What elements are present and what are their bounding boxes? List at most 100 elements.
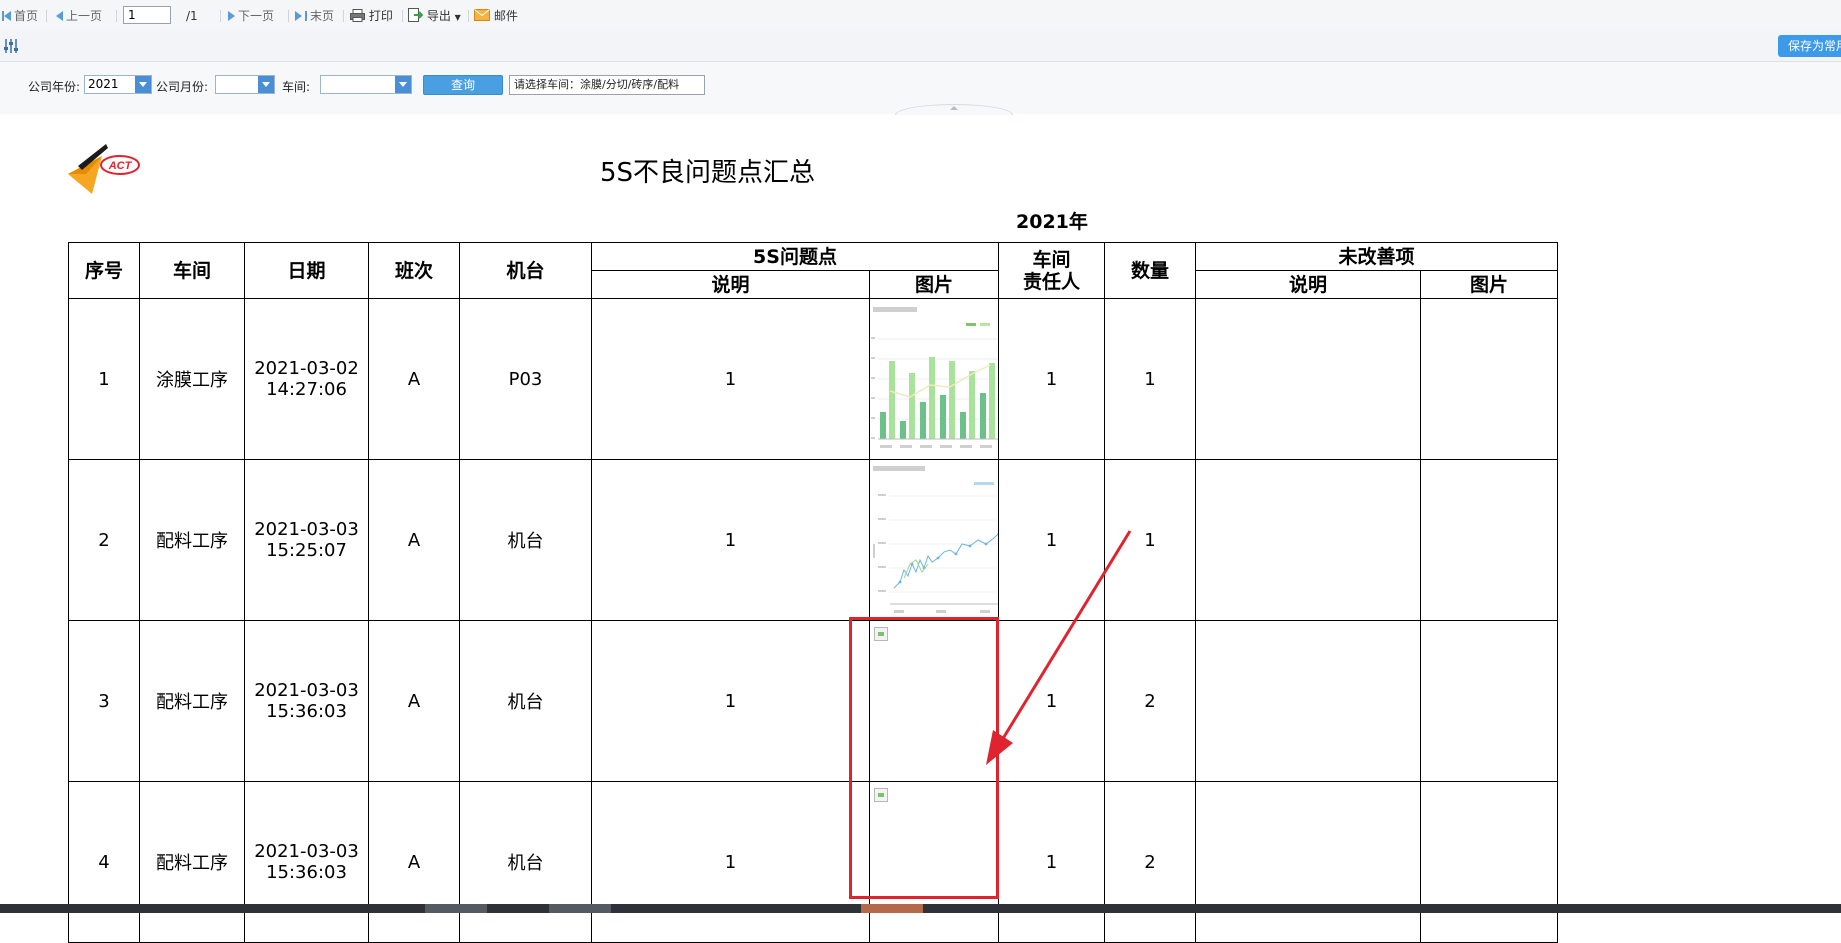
mail-icon xyxy=(474,9,490,21)
query-button[interactable]: 查询 xyxy=(423,75,503,95)
col-issue-desc-header: 说明 xyxy=(591,270,870,299)
chevron-down-icon[interactable] xyxy=(395,76,411,93)
col-index-header: 序号 xyxy=(68,242,140,299)
printer-icon xyxy=(350,9,365,22)
col-pending-pic-header: 图片 xyxy=(1420,270,1558,299)
col-owner-header: 车间 责任人 xyxy=(998,242,1105,299)
cell-workshop: 涂膜工序 xyxy=(139,298,245,460)
cell-pending-desc xyxy=(1195,298,1421,460)
report-year: 2021年 xyxy=(1016,211,1088,233)
cell-pending-pic xyxy=(1420,459,1558,621)
cell-pending-desc xyxy=(1195,620,1421,782)
cell-machine: 机台 xyxy=(459,620,592,782)
prev-page-icon xyxy=(56,11,63,21)
cell-issue-desc: 1 xyxy=(591,298,870,460)
chevron-down-icon[interactable] xyxy=(258,76,274,93)
cell-pending-desc xyxy=(1195,459,1421,621)
col-pending-desc-header: 说明 xyxy=(1195,270,1421,299)
export-icon xyxy=(408,8,424,22)
workshop-hint: 请选择车间：涂膜/分切/砖序/配料 xyxy=(509,75,705,95)
cell-workshop: 配料工序 xyxy=(139,781,245,943)
col-machine-header: 机台 xyxy=(459,242,592,299)
cell-date: 2021-03-02 14:27:06 xyxy=(244,298,369,460)
month-label: 公司月份: xyxy=(156,80,209,94)
print-button[interactable]: 打印 xyxy=(350,7,393,25)
last-page-button[interactable]: 末页 xyxy=(295,7,334,25)
save-as-common-button[interactable]: 保存为常用 xyxy=(1778,35,1841,57)
col-pending-header: 未改善项 xyxy=(1195,242,1558,271)
prev-page-button[interactable]: 上一页 xyxy=(56,7,102,25)
cell-issue-pic xyxy=(869,459,999,621)
mail-button[interactable]: 邮件 xyxy=(474,7,518,25)
cell-owner: 1 xyxy=(998,459,1105,621)
cell-quantity: 2 xyxy=(1104,781,1196,943)
cell-pending-desc xyxy=(1195,781,1421,943)
cell-index: 3 xyxy=(68,620,140,782)
taskbar-button[interactable] xyxy=(549,904,611,913)
cell-issue-desc: 1 xyxy=(591,620,870,782)
export-dropdown[interactable]: 导出 ▼ xyxy=(408,7,461,25)
issue-summary-table: 序号 车间 日期 班次 机台 5S问题点 车间 责任人 数量 未改善项 说明 图片… xyxy=(68,242,1558,943)
col-5s-issue-header: 5S问题点 xyxy=(591,242,999,271)
cell-quantity: 1 xyxy=(1104,459,1196,621)
cell-pending-pic xyxy=(1420,620,1558,782)
col-quantity-header: 数量 xyxy=(1104,242,1196,299)
cell-shift: A xyxy=(368,781,460,943)
first-page-button[interactable]: 首页 xyxy=(2,7,38,25)
cell-workshop: 配料工序 xyxy=(139,620,245,782)
page-number-input[interactable] xyxy=(123,6,171,24)
svg-text:ACT: ACT xyxy=(108,160,133,172)
cell-date: 2021-03-03 15:36:03 xyxy=(244,620,369,782)
taskbar-button[interactable] xyxy=(425,904,487,913)
last-page-icon xyxy=(295,11,302,21)
cell-shift: A xyxy=(368,298,460,460)
cell-date: 2021-03-03 15:36:03 xyxy=(244,781,369,943)
last-page-icon xyxy=(305,11,307,21)
table-row: 4 配料工序 2021-03-03 15:36:03 A 机台 1 1 2 xyxy=(68,781,1558,943)
cell-index: 2 xyxy=(68,459,140,621)
filter-strip xyxy=(0,31,1841,62)
month-select[interactable] xyxy=(215,75,275,94)
cell-shift: A xyxy=(368,620,460,782)
cell-quantity: 1 xyxy=(1104,298,1196,460)
cell-quantity: 2 xyxy=(1104,620,1196,782)
cell-pending-pic xyxy=(1420,298,1558,460)
report-title: 5S不良问题点汇总 xyxy=(600,158,816,188)
table-row: 1 涂膜工序 2021-03-02 14:27:06 A P03 1 1 1 xyxy=(68,298,1558,460)
col-date-header: 日期 xyxy=(244,242,369,299)
annotation-highlight-box xyxy=(849,617,999,899)
cell-workshop: 配料工序 xyxy=(139,459,245,621)
cell-index: 4 xyxy=(68,781,140,943)
bar-chart-thumbnail[interactable] xyxy=(870,299,998,459)
cell-issue-desc: 1 xyxy=(591,781,870,943)
cell-date: 2021-03-03 15:25:07 xyxy=(244,459,369,621)
workshop-select[interactable] xyxy=(320,75,412,94)
cell-owner: 1 xyxy=(998,781,1105,943)
next-page-icon xyxy=(228,11,235,21)
cell-machine: P03 xyxy=(459,298,592,460)
col-issue-pic-header: 图片 xyxy=(869,270,999,299)
col-workshop-header: 车间 xyxy=(139,242,245,299)
cell-pending-pic xyxy=(1420,781,1558,943)
taskbar-button[interactable] xyxy=(861,904,923,913)
workshop-label: 车间: xyxy=(282,80,311,94)
chevron-down-icon: ▼ xyxy=(454,13,461,22)
cell-owner: 1 xyxy=(998,298,1105,460)
col-shift-header: 班次 xyxy=(368,242,460,299)
report-toolbar: 首页 上一页 /1 下一页 末页 打印 导出 ▼ 邮件 xyxy=(0,0,1841,32)
year-select[interactable]: 2021 xyxy=(84,75,152,94)
page-total: /1 xyxy=(186,9,198,23)
line-chart-thumbnail[interactable] xyxy=(870,460,998,620)
first-page-icon xyxy=(4,11,11,21)
year-label: 公司年份: xyxy=(28,80,81,94)
filter-settings-icon[interactable] xyxy=(3,38,19,54)
cell-machine: 机台 xyxy=(459,781,592,943)
table-row: 2 配料工序 2021-03-03 15:25:07 A 机台 1 1 1 xyxy=(68,459,1558,621)
cell-machine: 机台 xyxy=(459,459,592,621)
cell-issue-desc: 1 xyxy=(591,459,870,621)
chevron-down-icon[interactable] xyxy=(135,76,151,93)
cell-index: 1 xyxy=(68,298,140,460)
cell-shift: A xyxy=(368,459,460,621)
company-logo: ACT xyxy=(68,144,140,194)
next-page-button[interactable]: 下一页 xyxy=(228,7,274,25)
